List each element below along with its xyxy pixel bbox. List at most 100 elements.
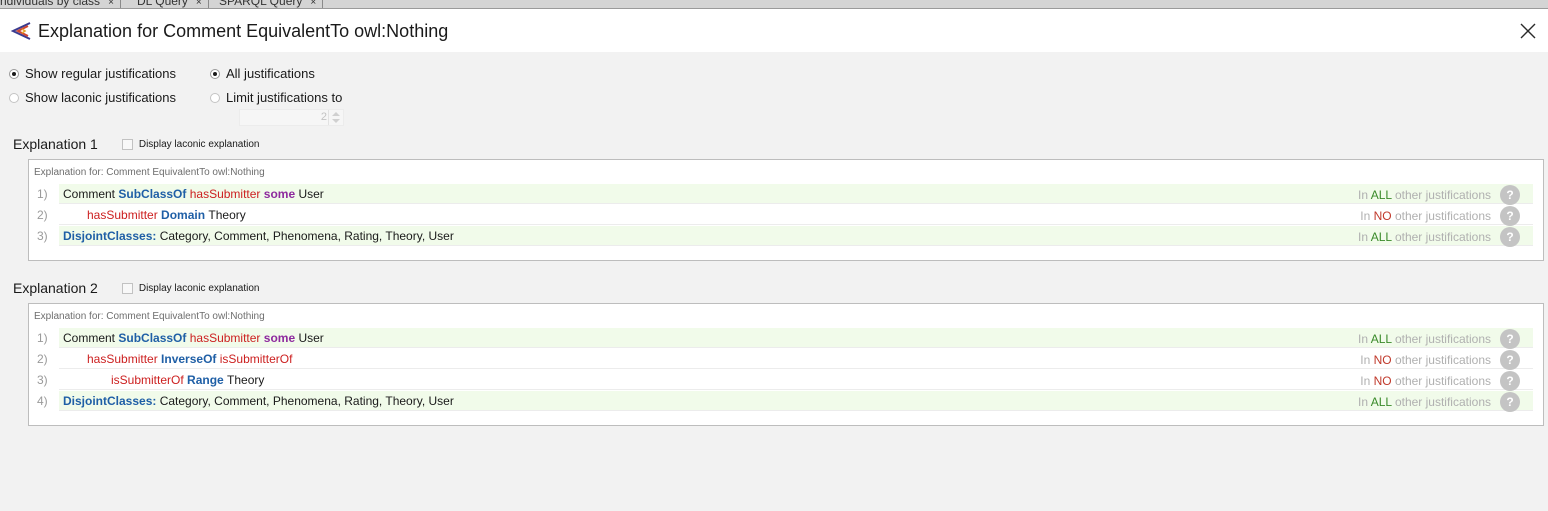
tab-label: SPARQL Query [219, 0, 303, 8]
axiom-token: isSubmitterOf [219, 352, 293, 366]
axiom-token: Theory [227, 373, 265, 387]
axiom-token: User [298, 331, 324, 345]
tab-sparql-query[interactable]: SPARQL Query × [213, 0, 324, 8]
show-regular-radio[interactable] [9, 68, 19, 79]
limit-spinner[interactable]: 2 [239, 109, 344, 126]
show-laconic-label: Show laconic justifications [25, 90, 177, 105]
tab-strip: ndividuals by class × DL Query × SPARQL Qu… [0, 0, 1548, 9]
help-icon[interactable]: ? [1500, 206, 1520, 226]
frequency-suffix: other justifications [1391, 353, 1491, 367]
display-laconic-checkbox[interactable] [121, 282, 133, 294]
dialog-title: Explanation for Comment EquivalentTo owl… [38, 21, 449, 41]
tab-individuals-by-class[interactable]: ndividuals by class × [0, 0, 121, 8]
frequency-suffix: other justifications [1391, 395, 1491, 409]
axiom-token: Range [187, 373, 228, 387]
axiom-token: Domain [161, 208, 209, 222]
justification-row[interactable]: 3) isSubmitterOf Range Theory In NO other … [37, 370, 1533, 391]
axiom-token: hasSubmitter [189, 331, 264, 345]
tab-close-icon[interactable]: × [108, 0, 114, 8]
frequency-suffix: other justifications [1391, 209, 1491, 223]
axiom-token: User [298, 187, 324, 201]
explanation-2-header: Explanation 2 Display laconic explanatio… [13, 280, 259, 296]
axiom-token: SubClassOf [118, 331, 190, 345]
row-number: 2) [37, 208, 48, 222]
spinner-up-icon[interactable] [332, 112, 340, 116]
help-icon[interactable]: ? [1500, 350, 1520, 370]
justification-frequency: In NO other justifications [1360, 353, 1491, 367]
explanation-2-panel: Explanation for: Comment EquivalentTo ow… [28, 303, 1544, 426]
axiom-text: isSubmitterOf Range Theory [111, 373, 264, 387]
justification-row[interactable]: 2) hasSubmitter Domain Theory In NO other … [37, 205, 1533, 226]
axiom-token: hasSubmitter [189, 187, 264, 201]
justification-row[interactable]: 4) DisjointClasses: Category, Comment, Ph… [37, 391, 1533, 412]
frequency-prefix: In [1358, 188, 1371, 202]
row-number: 3) [37, 373, 48, 387]
help-icon[interactable]: ? [1500, 185, 1520, 205]
justification-frequency: In ALL other justifications [1358, 395, 1491, 409]
row-number: 4) [37, 394, 48, 408]
frequency-keyword: NO [1373, 353, 1392, 367]
axiom-token: isSubmitterOf [111, 373, 188, 387]
justification-row[interactable]: 1) Comment SubClassOf hasSubmitter some U… [37, 184, 1533, 205]
tab-dl-query[interactable]: DL Query × [131, 0, 209, 8]
dialog-titlebar: Explanation for Comment EquivalentTo owl… [0, 9, 1548, 52]
spinner-arrows[interactable] [328, 110, 343, 125]
help-icon[interactable]: ? [1500, 392, 1520, 412]
justification-frequency: In ALL other justifications [1358, 188, 1491, 202]
justification-row[interactable]: 3) DisjointClasses: Category, Comment, Ph… [37, 226, 1533, 247]
frequency-prefix: In [1358, 230, 1371, 244]
show-laconic-option[interactable]: Show laconic justifications [9, 90, 176, 105]
frequency-suffix: other justifications [1391, 332, 1491, 346]
explanation-title: Explanation 1 [13, 136, 98, 152]
close-icon[interactable] [1516, 19, 1540, 43]
axiom-text: hasSubmitter InverseOf isSubmitterOf [87, 352, 292, 366]
explanation-caption: Explanation for: Comment EquivalentTo ow… [34, 167, 265, 178]
limit-justifications-label: Limit justifications to [226, 90, 343, 105]
limit-spinner-value: 2 [320, 111, 327, 123]
help-icon[interactable]: ? [1500, 371, 1520, 391]
frequency-suffix: other justifications [1391, 230, 1491, 244]
show-regular-option[interactable]: Show regular justifications [9, 66, 176, 81]
limit-justifications-option[interactable]: Limit justifications to [210, 90, 342, 105]
frequency-keyword: NO [1373, 374, 1392, 388]
axiom-text: DisjointClasses: Category, Comment, Phen… [63, 229, 454, 243]
tab-close-icon[interactable]: × [310, 0, 316, 8]
all-justifications-label: All justifications [226, 66, 315, 81]
row-number: 3) [37, 229, 48, 243]
axiom-token: Theory [208, 208, 246, 222]
help-icon[interactable]: ? [1500, 227, 1520, 247]
row-number: 1) [37, 187, 48, 201]
display-laconic-label: Display laconic explanation [138, 138, 260, 150]
frequency-keyword: NO [1373, 209, 1392, 223]
tab-label: ndividuals by class [0, 0, 101, 8]
all-justifications-radio[interactable] [210, 68, 220, 79]
axiom-token: Category, Comment, Phenomena, Rating, Th… [159, 394, 454, 408]
frequency-suffix: other justifications [1391, 188, 1491, 202]
all-justifications-option[interactable]: All justifications [210, 66, 315, 81]
justification-row[interactable]: 2) hasSubmitter InverseOf isSubmitterOf In… [37, 349, 1533, 370]
explanation-1-panel: Explanation for: Comment EquivalentTo ow… [28, 159, 1544, 261]
tab-close-icon[interactable]: × [196, 0, 202, 8]
limit-justifications-radio[interactable] [210, 92, 220, 103]
display-laconic-label: Display laconic explanation [138, 282, 260, 294]
display-laconic-checkbox[interactable] [121, 138, 133, 150]
protege-logo-icon [10, 22, 31, 40]
row-number: 2) [37, 352, 48, 366]
spinner-down-icon[interactable] [332, 119, 340, 123]
axiom-token: SubClassOf [118, 187, 190, 201]
axiom-token: Category, Comment, Phenomena, Rating, Th… [159, 229, 454, 243]
axiom-token: DisjointClasses: [63, 229, 160, 243]
justification-frequency: In NO other justifications [1360, 209, 1491, 223]
frequency-prefix: In [1360, 374, 1374, 388]
axiom-token: InverseOf [161, 352, 220, 366]
show-laconic-radio[interactable] [9, 92, 19, 103]
frequency-suffix: other justifications [1391, 374, 1491, 388]
axiom-token: hasSubmitter [87, 352, 162, 366]
justification-frequency: In NO other justifications [1360, 374, 1491, 388]
axiom-token: Comment [63, 331, 119, 345]
frequency-keyword: ALL [1370, 230, 1392, 244]
justification-row[interactable]: 1) Comment SubClassOf hasSubmitter some U… [37, 328, 1533, 349]
frequency-keyword: ALL [1370, 395, 1392, 409]
help-icon[interactable]: ? [1500, 329, 1520, 349]
frequency-prefix: In [1358, 332, 1371, 346]
